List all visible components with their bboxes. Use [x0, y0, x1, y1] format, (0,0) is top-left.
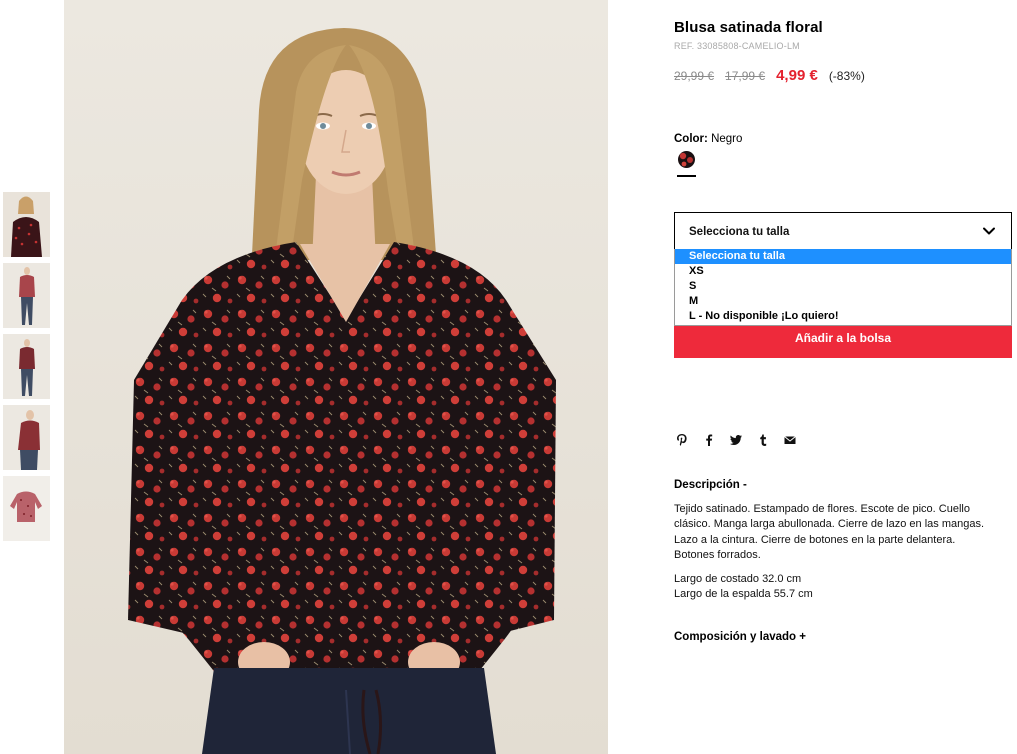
color-value: Negro: [711, 133, 743, 145]
pinterest-icon[interactable]: [674, 432, 690, 448]
thumbnail-3[interactable]: [3, 334, 50, 399]
original-price: 29,99 €: [674, 69, 715, 83]
description-text: Tejido satinado. Estampado de flores. Es…: [674, 503, 985, 561]
swatch-selected-indicator: [677, 175, 696, 177]
size-dropdown-list: Selecciona tu talla XS S M L - No dispon…: [674, 249, 1012, 326]
measure-side-length: Largo de costado 32.0 cm: [674, 573, 802, 585]
size-option-l[interactable]: L - No disponible ¡Lo quiero!: [675, 309, 1011, 324]
color-label-key: Color:: [674, 133, 708, 145]
thumbnail-1[interactable]: [3, 192, 50, 257]
price-row: 29,99 € 17,99 € 4,99 € (-83%): [674, 67, 865, 84]
description-heading[interactable]: Descripción -: [674, 479, 747, 491]
sale-price: 4,99 €: [776, 67, 818, 84]
size-option-s[interactable]: S: [675, 279, 1011, 294]
product-main-image[interactable]: [64, 0, 608, 754]
add-to-bag-label: Añadir a la bolsa: [794, 331, 892, 345]
composition-heading[interactable]: Composición y lavado +: [674, 631, 806, 643]
product-reference: REF. 33085808-CAMELIO-LM: [674, 41, 800, 51]
email-icon[interactable]: [782, 432, 798, 448]
size-option-xs[interactable]: XS: [675, 264, 1011, 279]
chevron-down-icon: [983, 227, 995, 235]
size-option-placeholder[interactable]: Selecciona tu talla: [675, 249, 1011, 264]
size-option-m[interactable]: M: [675, 294, 1011, 309]
color-label: Color: Negro: [674, 133, 742, 145]
color-swatch-negro[interactable]: [678, 151, 695, 168]
measure-back-length: Largo de la espalda 55.7 cm: [674, 588, 813, 600]
discount-percentage: (-83%): [828, 69, 865, 83]
share-icons: [674, 432, 809, 448]
thumbnail-4[interactable]: [3, 405, 50, 470]
size-select-value: Selecciona tu talla: [689, 226, 790, 238]
size-select[interactable]: Selecciona tu talla: [674, 212, 1012, 250]
thumbnail-list: [3, 192, 51, 547]
facebook-icon[interactable]: [701, 432, 717, 448]
thumbnail-5[interactable]: [3, 476, 50, 541]
thumbnail-2[interactable]: [3, 263, 50, 328]
product-title: Blusa satinada floral: [674, 19, 823, 36]
twitter-icon[interactable]: [728, 432, 744, 448]
tumblr-icon[interactable]: [755, 432, 771, 448]
previous-price: 17,99 €: [725, 69, 766, 83]
